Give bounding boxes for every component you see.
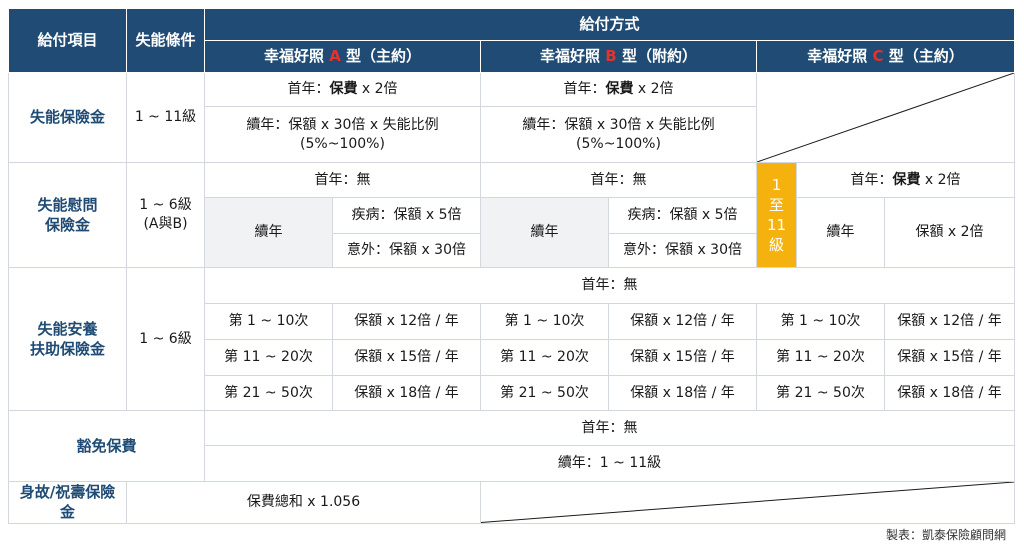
care-tier3-times-a: 第 21 ~ 50次	[204, 375, 333, 411]
benefit-comparison-page: 給付項目 失能條件 給付方式 幸福好照 A 型（主約） 幸福好照 B 型（附約）…	[0, 0, 1024, 549]
consolation-illness-a: 疾病：保額 x 5倍	[332, 197, 481, 234]
disability-first-year-b: 首年：保費 x 2倍	[480, 72, 757, 107]
consolation-renew-label-a: 續年	[204, 197, 333, 268]
header-plan-b: 幸福好照 B 型（附約）	[480, 40, 757, 73]
care-tier3-amount-b: 保額 x 18倍 / 年	[608, 375, 757, 411]
consolation-first-year-a: 首年：無	[204, 162, 481, 198]
consolation-illness-b: 疾病：保額 x 5倍	[608, 197, 757, 234]
care-tier2-amount-b: 保額 x 15倍 / 年	[608, 339, 757, 376]
disability-c-not-applicable	[756, 72, 1015, 163]
care-tier1-times-c: 第 1 ~ 10次	[756, 303, 885, 340]
care-tier3-amount-a: 保額 x 18倍 / 年	[332, 375, 481, 411]
consolation-first-year-b: 首年：無	[480, 162, 757, 198]
consolation-renew-value-c: 保額 x 2倍	[884, 197, 1015, 268]
row-label-waiver: 豁免保費	[8, 410, 205, 482]
diagonal-line	[757, 73, 1014, 162]
care-tier3-times-b: 第 21 ~ 50次	[480, 375, 609, 411]
consolation-renew-label-b: 續年	[480, 197, 609, 268]
care-tier2-amount-a: 保額 x 15倍 / 年	[332, 339, 481, 376]
disability-first-year-a: 首年：保費 x 2倍	[204, 72, 481, 107]
condition-care: 1 ~ 6級	[126, 267, 205, 411]
consolation-accident-b: 意外：保額 x 30倍	[608, 233, 757, 268]
level-badge: 1 至 11 級	[756, 162, 797, 268]
row-label-death: 身故/祝壽保險金	[8, 481, 127, 524]
waiver-first-year: 首年：無	[204, 410, 1015, 446]
benefit-table: 給付項目 失能條件 給付方式 幸福好照 A 型（主約） 幸福好照 B 型（附約）…	[8, 8, 1015, 524]
consolation-first-year-c: 首年：保費 x 2倍	[796, 162, 1015, 198]
header-plan-c: 幸福好照 C 型（主約）	[756, 40, 1015, 73]
care-tier2-times-b: 第 11 ~ 20次	[480, 339, 609, 376]
row-label-consolation: 失能慰問 保險金	[8, 162, 127, 268]
care-tier3-times-c: 第 21 ~ 50次	[756, 375, 885, 411]
care-tier3-amount-c: 保額 x 18倍 / 年	[884, 375, 1015, 411]
care-tier2-times-a: 第 11 ~ 20次	[204, 339, 333, 376]
row-label-disability: 失能保險金	[8, 72, 127, 163]
death-value: 保費總和 x 1.056	[126, 481, 481, 524]
care-tier1-amount-c: 保額 x 12倍 / 年	[884, 303, 1015, 340]
care-tier1-amount-a: 保額 x 12倍 / 年	[332, 303, 481, 340]
disability-renew-a: 續年：保額 x 30倍 x 失能比例 (5%~100%)	[204, 106, 481, 163]
diagonal-line	[481, 482, 1014, 523]
care-tier1-amount-b: 保額 x 12倍 / 年	[608, 303, 757, 340]
care-tier2-amount-c: 保額 x 15倍 / 年	[884, 339, 1015, 376]
header-item: 給付項目	[8, 8, 127, 73]
condition-disability: 1 ~ 11級	[126, 72, 205, 163]
consolation-renew-label-c: 續年	[796, 197, 885, 268]
care-tier1-times-a: 第 1 ~ 10次	[204, 303, 333, 340]
disability-renew-b: 續年：保額 x 30倍 x 失能比例 (5%~100%)	[480, 106, 757, 163]
care-first-year: 首年：無	[204, 267, 1015, 304]
header-method: 給付方式	[204, 8, 1015, 41]
table-caption: 製表：凱泰保險顧問網	[885, 528, 1006, 542]
condition-consolation: 1 ~ 6級 (A與B)	[126, 162, 205, 268]
header-plan-a: 幸福好照 A 型（主約）	[204, 40, 481, 73]
header-condition: 失能條件	[126, 8, 205, 73]
row-label-care: 失能安養 扶助保險金	[8, 267, 127, 411]
waiver-renew: 續年：1 ~ 11級	[204, 445, 1015, 482]
consolation-accident-a: 意外：保額 x 30倍	[332, 233, 481, 268]
care-tier2-times-c: 第 11 ~ 20次	[756, 339, 885, 376]
care-tier1-times-b: 第 1 ~ 10次	[480, 303, 609, 340]
death-not-applicable	[480, 481, 1015, 524]
